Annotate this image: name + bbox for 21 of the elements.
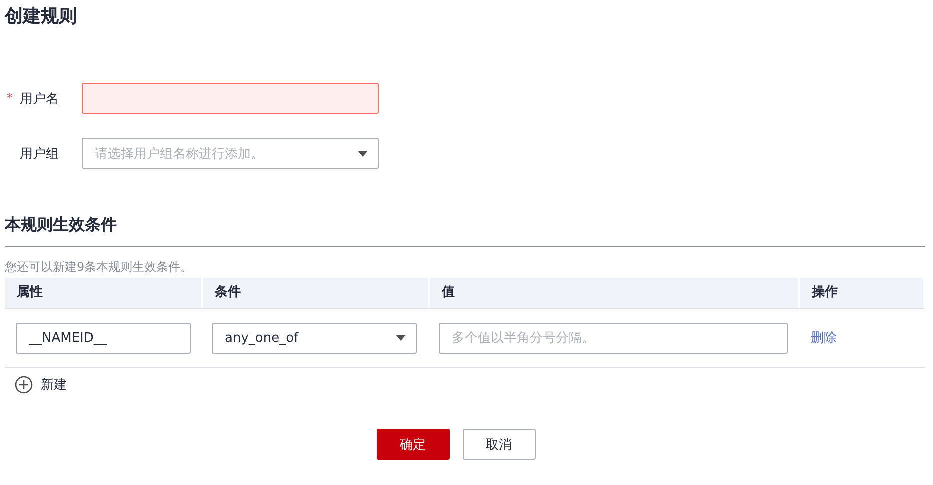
username-field[interactable] xyxy=(82,83,379,114)
caret-icon xyxy=(358,150,368,156)
delete-link[interactable]: 删除 xyxy=(811,331,837,346)
column-header: 属性 xyxy=(5,278,203,308)
add-label[interactable]: 新建 xyxy=(41,376,67,394)
column-header: 条件 xyxy=(203,278,430,308)
confirm-button[interactable]: 确定 xyxy=(376,429,450,460)
field-label: 用户组 xyxy=(20,146,60,162)
cancel-button[interactable]: 取消 xyxy=(462,429,536,460)
value-field[interactable]: 多个值以半角分号分隔。 xyxy=(439,322,788,354)
caret-icon xyxy=(396,335,406,341)
field-label: 用户名 xyxy=(20,90,60,108)
condition-select[interactable]: any_one_of xyxy=(212,322,417,354)
column-header: 操作 xyxy=(800,278,925,308)
section-title: 本规则生效条件 xyxy=(5,214,118,236)
page-title: 创建规则 xyxy=(5,5,78,29)
column-header: 值 xyxy=(430,278,800,308)
required-mark: * xyxy=(7,91,13,105)
attribute-field[interactable]: __NAMEID__ xyxy=(16,322,191,354)
add-icon[interactable] xyxy=(15,376,33,394)
hint-text: 您还可以新建9条本规则生效条件。 xyxy=(5,259,194,276)
